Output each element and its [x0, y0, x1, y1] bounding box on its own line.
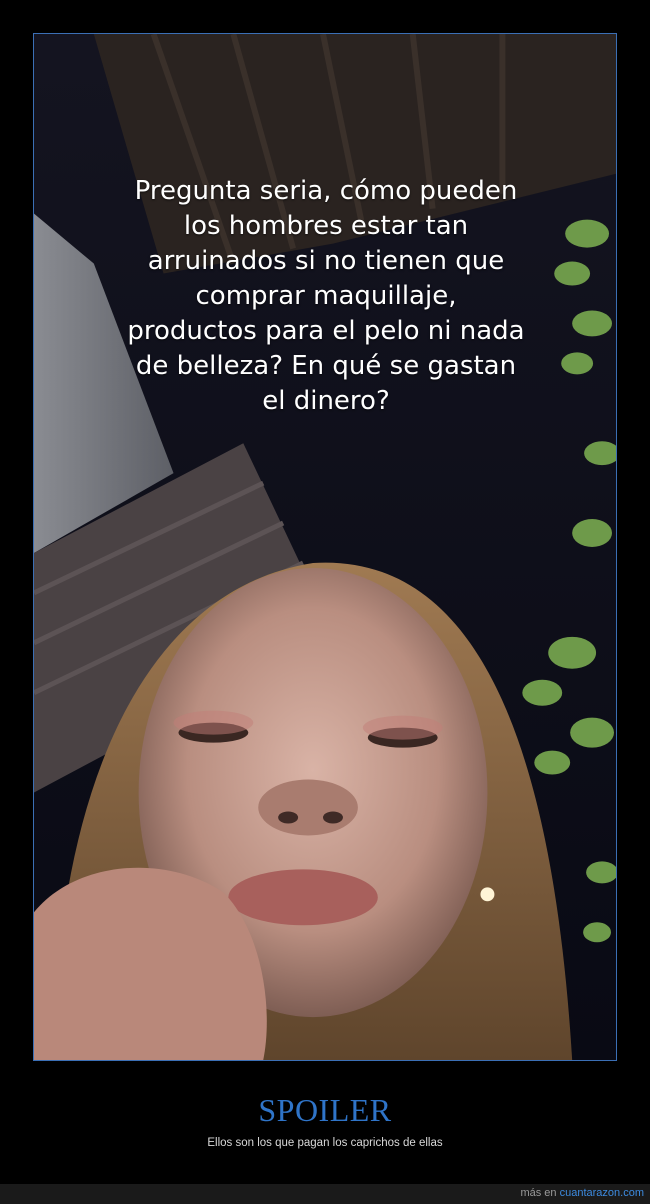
- footer-prefix: más en: [520, 1187, 557, 1199]
- footer-credit: más en cuantarazon.com: [520, 1187, 644, 1199]
- meme-photo: Pregunta seria, cómo pueden los hombres …: [33, 33, 617, 1061]
- footer-bar: más en cuantarazon.com: [0, 1184, 650, 1204]
- meme-page: Pregunta seria, cómo pueden los hombres …: [0, 0, 650, 1204]
- caption-subtitle: Ellos son los que pagan los caprichos de…: [207, 1137, 443, 1149]
- overlay-question-text: Pregunta seria, cómo pueden los hombres …: [127, 176, 525, 416]
- caption-title: SPOILER: [258, 1092, 392, 1128]
- site-link[interactable]: cuantarazon.com: [560, 1187, 644, 1199]
